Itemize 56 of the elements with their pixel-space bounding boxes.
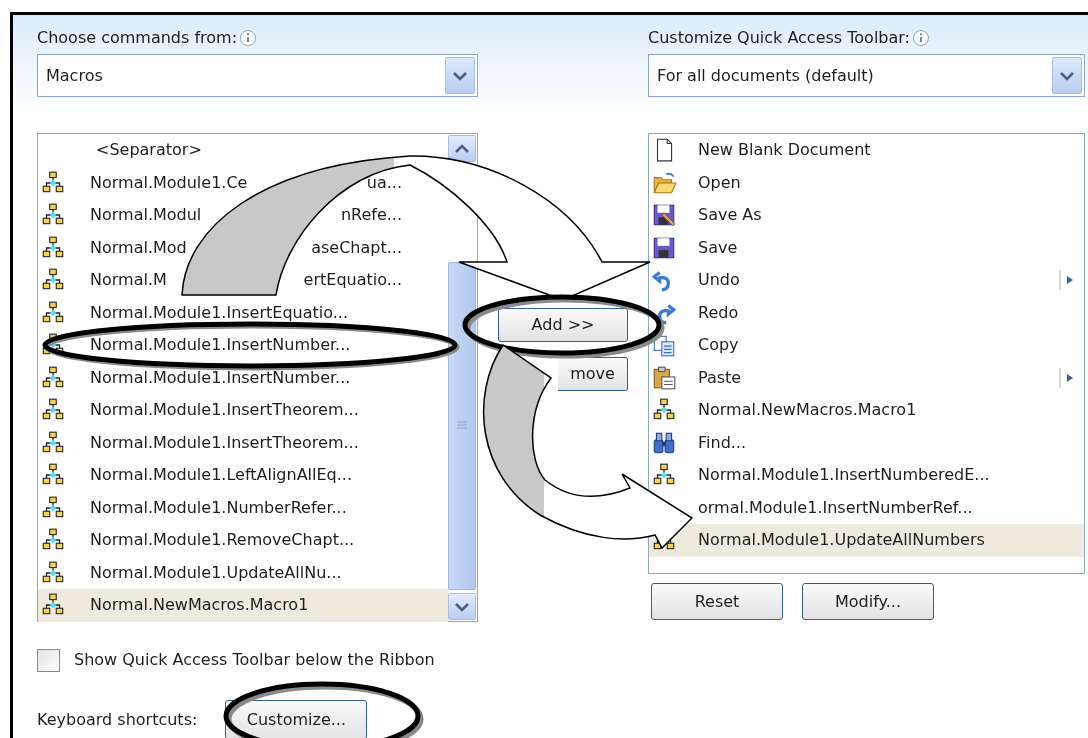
commands-label: Choose commands from: bbox=[37, 27, 238, 49]
chevron-down-icon bbox=[454, 600, 470, 613]
toolbar-label: Customize Quick Access Toolbar: bbox=[648, 27, 910, 49]
toolbar-item[interactable]: Undo bbox=[649, 264, 1084, 297]
grip-icon bbox=[456, 421, 468, 431]
toolbar-item[interactable]: New Blank Document bbox=[649, 134, 1084, 167]
separator-item[interactable]: <Separator> bbox=[38, 134, 448, 167]
customize-for-dropdown[interactable]: For all documents (default) bbox=[648, 54, 1085, 97]
chevron-down-icon bbox=[1059, 69, 1075, 82]
command-item[interactable]: Normal.Module1.InsertTheorem... bbox=[38, 426, 448, 459]
command-label[interactable]: ertEquatio... bbox=[303, 268, 402, 293]
toolbar-item[interactable]: Save As bbox=[649, 199, 1084, 232]
command-item[interactable]: Normal.Module1.RemoveChapt... bbox=[38, 524, 448, 557]
toolbar-item-label[interactable]: ormal.Module1.InsertNumberRef... bbox=[698, 495, 973, 520]
toolbar-item[interactable]: Copy bbox=[649, 329, 1084, 362]
remove-button[interactable]: move bbox=[558, 357, 628, 391]
toolbar-item[interactable]: Redo bbox=[649, 296, 1084, 329]
toolbar-item[interactable]: Paste bbox=[649, 361, 1084, 394]
reset-button[interactable]: Reset bbox=[651, 583, 783, 620]
chevron-down-icon bbox=[452, 69, 468, 82]
checkbox-label: Show Quick Access Toolbar below the Ribbon bbox=[74, 649, 435, 671]
scroll-down-button[interactable] bbox=[448, 593, 476, 620]
command-label[interactable]: Normal.M bbox=[90, 268, 167, 293]
command-item[interactable]: Normal.Module1.InsertEquatio... bbox=[38, 296, 448, 329]
command-item[interactable]: Normal.Module1.NumberRefer... bbox=[38, 491, 448, 524]
command-label[interactable]: Normal.Mod bbox=[90, 235, 187, 260]
customize-button[interactable]: Customize... bbox=[225, 700, 368, 738]
command-item[interactable]: Normal.Module1.InsertNumber... bbox=[38, 329, 448, 362]
command-label[interactable]: Normal.Module1.Ce bbox=[90, 170, 248, 195]
toolbar-item[interactable]: Open bbox=[649, 166, 1084, 199]
commands-dropdown[interactable]: Macros bbox=[37, 54, 478, 97]
command-label[interactable]: ua... bbox=[366, 170, 402, 195]
toolbar-item[interactable]: Normal.Module1.UpdateAllNumbers bbox=[649, 524, 1084, 557]
command-item[interactable]: Normal.Module1.LeftAlignAllEq... bbox=[38, 459, 448, 492]
modify-button[interactable]: Modify... bbox=[802, 583, 934, 620]
command-item[interactable]: Normal.NewMacros.Macro1 bbox=[38, 589, 448, 622]
shortcuts-label: Keyboard shortcuts: bbox=[37, 709, 198, 731]
command-label[interactable]: Normal.Modul bbox=[90, 203, 202, 228]
toolbar-item[interactable]: Save bbox=[649, 231, 1084, 264]
chevron-up-icon bbox=[454, 142, 470, 155]
floppy-pencil-icon bbox=[651, 202, 677, 229]
command-item[interactable]: Normal.Module1.UpdateAllNu... bbox=[38, 556, 448, 589]
command-label[interactable]: aseChapt... bbox=[311, 235, 402, 260]
toolbar-item[interactable]: Normal.NewMacros.Macro1 bbox=[649, 394, 1084, 427]
checkbox[interactable] bbox=[37, 648, 60, 672]
command-item[interactable]: Normal.Module1.InsertTheorem... bbox=[38, 394, 448, 427]
toolbar-item[interactable]: Normal.Module1.InsertNumberedE... bbox=[649, 459, 1084, 492]
scrollbar-thumb[interactable] bbox=[448, 262, 476, 590]
scroll-up-button[interactable] bbox=[448, 135, 476, 162]
toolbar-item[interactable]: Find... bbox=[649, 426, 1084, 459]
command-item[interactable]: Normal.Module1.InsertNumber... bbox=[38, 361, 448, 394]
clipboard-icon bbox=[651, 364, 677, 391]
info-icon bbox=[912, 29, 930, 47]
info-icon bbox=[239, 29, 258, 47]
add-button[interactable]: Add >> bbox=[498, 308, 628, 342]
command-label[interactable]: nRefe... bbox=[340, 203, 402, 228]
